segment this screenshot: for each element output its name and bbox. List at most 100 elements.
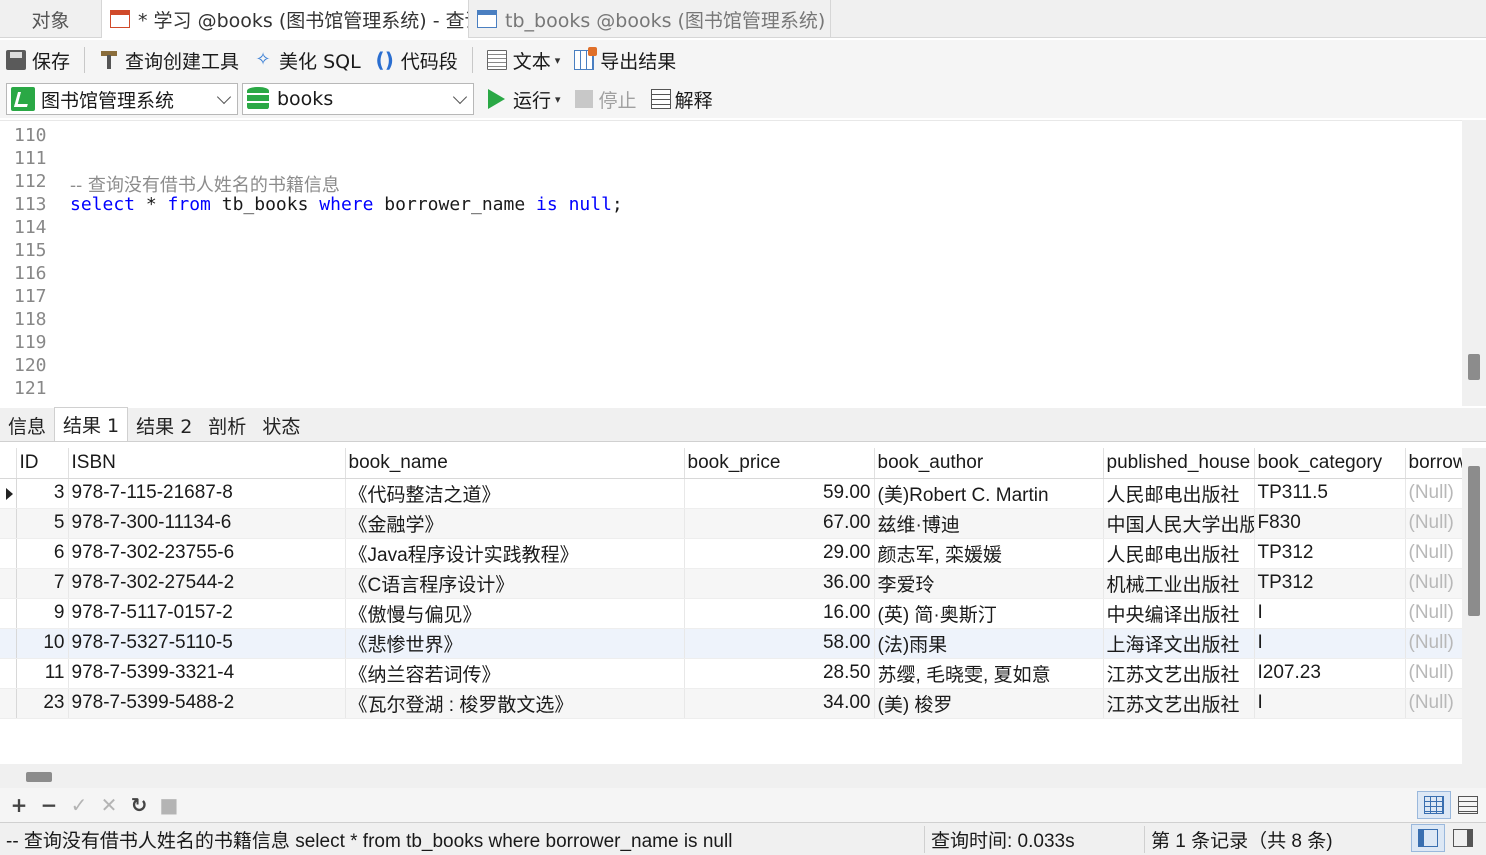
row-selector[interactable] xyxy=(0,568,17,599)
stop-refresh-icon[interactable]: ■ xyxy=(154,791,184,819)
column-header-book-name[interactable]: book_name xyxy=(345,448,685,479)
grid-vertical-scrollbar[interactable] xyxy=(1462,448,1486,764)
cell-book-category[interactable]: I207.23 xyxy=(1254,658,1406,689)
cell-id[interactable]: 6 xyxy=(16,538,69,569)
cell-book-category[interactable]: I xyxy=(1254,688,1406,719)
cell-book-category[interactable]: TP312 xyxy=(1254,538,1406,569)
column-header-borrower-name[interactable]: borrower_name xyxy=(1405,448,1462,479)
cell-book-author[interactable]: (美) 梭罗 xyxy=(874,688,1104,719)
grid-scrollbar-thumb[interactable] xyxy=(1468,466,1480,616)
cell-book-category[interactable]: TP312 xyxy=(1254,568,1406,599)
row-selector[interactable] xyxy=(0,598,17,629)
cell-borrower-name[interactable]: (Null) xyxy=(1405,598,1462,629)
cell-book-price[interactable]: 28.50 xyxy=(684,658,875,689)
cell-book-category[interactable]: F830 xyxy=(1254,508,1406,539)
column-header-book-author[interactable]: book_author xyxy=(874,448,1104,479)
column-header-id[interactable]: ID xyxy=(16,448,69,479)
cell-book-name[interactable]: 《悲惨世界》 xyxy=(345,628,685,659)
tab-query-active[interactable]: * 学习 @books (图书馆管理系统) - 查询 xyxy=(102,0,469,38)
grid-horizontal-scrollbar[interactable] xyxy=(0,764,1486,788)
cell-book-price[interactable]: 67.00 xyxy=(684,508,875,539)
cell-published-house[interactable]: 江苏文艺出版社 xyxy=(1103,658,1255,689)
table-row[interactable]: 7 978-7-302-27544-2 《C语言程序设计》 36.00 李爱玲 机械工业出… xyxy=(0,568,1462,599)
query-builder-button[interactable]: 查询创建工具 xyxy=(99,47,239,74)
cell-book-name[interactable]: 《金融学》 xyxy=(345,508,685,539)
table-row[interactable]: 10 978-7-5327-5110-5 《悲惨世界》 58.00 (法)雨果 上海译文出… xyxy=(0,628,1462,659)
cell-isbn[interactable]: 978-7-5399-3321-4 xyxy=(68,658,346,689)
export-result-button[interactable]: 导出结果 xyxy=(574,47,676,74)
column-header-isbn[interactable]: ISBN xyxy=(68,448,346,479)
grid-hscroll-thumb[interactable] xyxy=(26,772,52,782)
cell-published-house[interactable]: 人民邮电出版社 xyxy=(1103,478,1255,509)
table-row[interactable]: 9 978-7-5117-0157-2 《傲慢与偏见》 16.00 (英) 简·奥斯汀中… xyxy=(0,598,1462,629)
cell-book-name[interactable]: 《C语言程序设计》 xyxy=(345,568,685,599)
form-view-button[interactable] xyxy=(1451,791,1485,819)
row-selector[interactable] xyxy=(0,658,17,689)
toggle-right-panel-button[interactable] xyxy=(1446,824,1480,852)
tab-profile[interactable]: 剖析 xyxy=(200,409,254,441)
cell-published-house[interactable]: 中央编译出版社 xyxy=(1103,598,1255,629)
cell-id[interactable]: 23 xyxy=(16,688,69,719)
add-record-icon[interactable]: + xyxy=(4,791,34,819)
cell-isbn[interactable]: 978-7-5399-5488-2 xyxy=(68,688,346,719)
text-dropdown-button[interactable]: 文本 ▾ xyxy=(486,47,560,74)
cell-book-name[interactable]: 《代码整洁之道》 xyxy=(345,478,685,509)
cell-book-author[interactable]: (美)Robert C. Martin xyxy=(874,478,1104,509)
row-selector[interactable] xyxy=(0,508,17,539)
cell-isbn[interactable]: 978-7-302-23755-6 xyxy=(68,538,346,569)
cell-published-house[interactable]: 中国人民大学出版社 xyxy=(1103,508,1255,539)
cell-book-price[interactable]: 36.00 xyxy=(684,568,875,599)
tab-objects[interactable]: 对象 xyxy=(0,0,102,38)
toggle-left-panel-button[interactable] xyxy=(1411,824,1445,852)
run-button[interactable]: 运行 ▾ xyxy=(488,86,561,113)
cell-book-price[interactable]: 34.00 xyxy=(684,688,875,719)
cell-borrower-name[interactable]: (Null) xyxy=(1405,508,1462,539)
cell-borrower-name[interactable]: (Null) xyxy=(1405,568,1462,599)
cell-id[interactable]: 10 xyxy=(16,628,69,659)
cell-book-author[interactable]: 颜志军, 栾媛媛 xyxy=(874,538,1104,569)
cell-id[interactable]: 3 xyxy=(16,478,69,509)
cell-isbn[interactable]: 978-7-5327-5110-5 xyxy=(68,628,346,659)
cell-book-category[interactable]: I xyxy=(1254,598,1406,629)
beautify-sql-button[interactable]: ✧ 美化 SQL xyxy=(253,47,360,74)
column-header-published-house[interactable]: published_house xyxy=(1103,448,1255,479)
refresh-icon[interactable]: ↻ xyxy=(124,791,154,819)
delete-record-icon[interactable]: − xyxy=(34,791,64,819)
tab-status[interactable]: 状态 xyxy=(254,409,308,441)
table-row[interactable]: 3 978-7-115-21687-8 《代码整洁之道》 59.00 (美)Robert… xyxy=(0,478,1462,509)
database-select[interactable]: books xyxy=(242,83,474,115)
cell-borrower-name[interactable]: (Null) xyxy=(1405,628,1462,659)
cell-book-author[interactable]: 苏缨, 毛晓雯, 夏如意 xyxy=(874,658,1104,689)
cell-isbn[interactable]: 978-7-302-27544-2 xyxy=(68,568,346,599)
grid-view-button[interactable] xyxy=(1417,791,1451,819)
cell-borrower-name[interactable]: (Null) xyxy=(1405,538,1462,569)
cell-book-price[interactable]: 58.00 xyxy=(684,628,875,659)
cell-book-name[interactable]: 《纳兰容若词传》 xyxy=(345,658,685,689)
discard-changes-icon[interactable]: ✕ xyxy=(94,791,124,819)
cell-book-author[interactable]: (法)雨果 xyxy=(874,628,1104,659)
save-button[interactable]: 保存 xyxy=(6,47,70,74)
editor-scrollbar-thumb[interactable] xyxy=(1468,354,1480,380)
cell-borrower-name[interactable]: (Null) xyxy=(1405,478,1462,509)
table-row[interactable]: 23 978-7-5399-5488-2 《瓦尔登湖 : 梭罗散文选》 34.00 (美… xyxy=(0,688,1462,719)
cell-published-house[interactable]: 机械工业出版社 xyxy=(1103,568,1255,599)
cell-published-house[interactable]: 人民邮电出版社 xyxy=(1103,538,1255,569)
cell-book-name[interactable]: 《傲慢与偏见》 xyxy=(345,598,685,629)
row-selector[interactable] xyxy=(0,538,17,569)
cell-book-author[interactable]: 李爱玲 xyxy=(874,568,1104,599)
table-row[interactable]: 5 978-7-300-11134-6 《金融学》 67.00 兹维·博迪 中国人民大学出… xyxy=(0,508,1462,539)
tab-result-1[interactable]: 结果 1 xyxy=(54,407,129,441)
cell-isbn[interactable]: 978-7-115-21687-8 xyxy=(68,478,346,509)
code-snippet-button[interactable]: () 代码段 xyxy=(375,47,458,74)
cell-isbn[interactable]: 978-7-300-11134-6 xyxy=(68,508,346,539)
cell-book-category[interactable]: I xyxy=(1254,628,1406,659)
table-row[interactable]: 6 978-7-302-23755-6 《Java程序设计实践教程》 29.00 颜志军… xyxy=(0,538,1462,569)
result-grid[interactable]: ID ISBN book_name book_price book_author publ… xyxy=(0,448,1462,764)
cell-published-house[interactable]: 上海译文出版社 xyxy=(1103,628,1255,659)
cell-borrower-name[interactable]: (Null) xyxy=(1405,688,1462,719)
cell-isbn[interactable]: 978-7-5117-0157-2 xyxy=(68,598,346,629)
apply-changes-icon[interactable]: ✓ xyxy=(64,791,94,819)
column-header-book-category[interactable]: book_category xyxy=(1254,448,1406,479)
cell-id[interactable]: 11 xyxy=(16,658,69,689)
tab-info[interactable]: 信息 xyxy=(0,409,54,441)
